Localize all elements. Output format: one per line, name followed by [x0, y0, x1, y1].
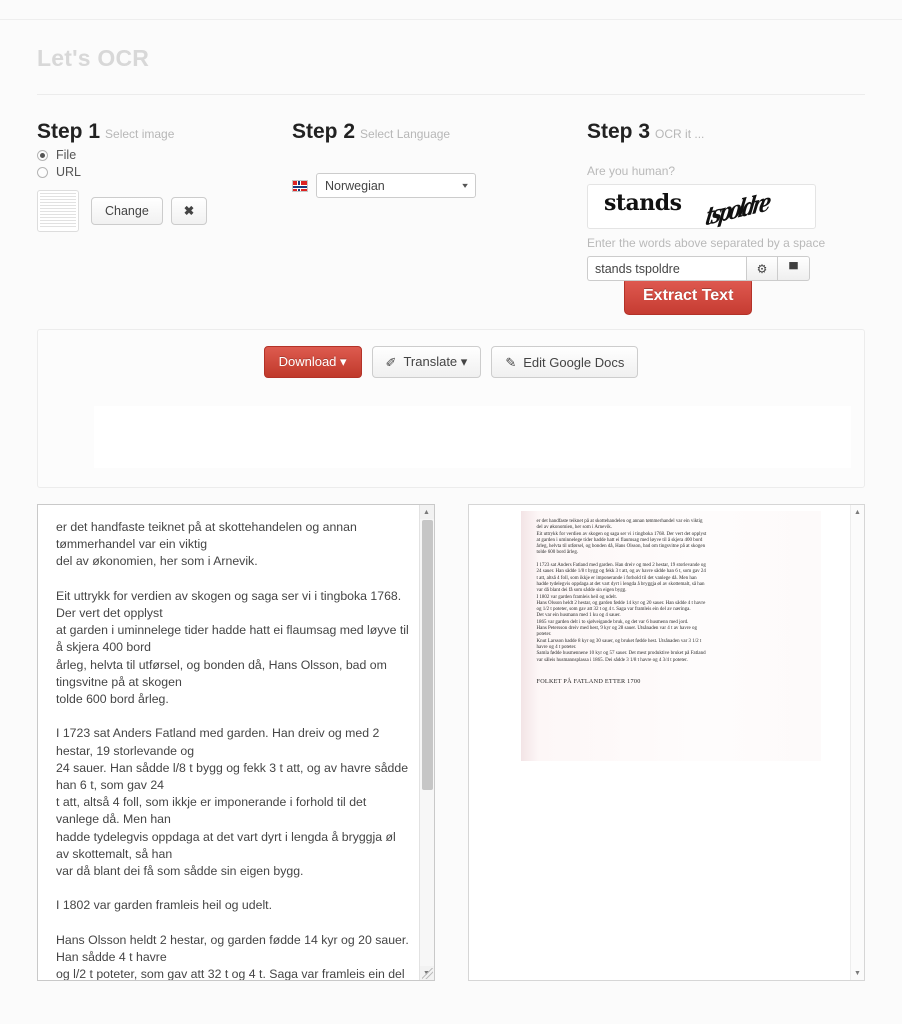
captcha-word-2: tspoldre — [703, 188, 771, 229]
scanned-document-image: er det handfaste teiknet på at skottehan… — [520, 511, 821, 761]
page-top-strip — [0, 0, 902, 20]
result-toolbar: Download ▾ ✐ Translate ▾ ✎ Edit Google D… — [38, 330, 864, 378]
language-select-value: Norwegian — [325, 178, 385, 193]
ocr-text-scrollbar[interactable]: ▲ ▼ — [418, 505, 434, 980]
captcha-image: stands tspoldre — [587, 184, 816, 229]
step-3-title-text: Step 3 — [587, 120, 651, 143]
captcha-input[interactable] — [587, 256, 746, 281]
image-thumbnail[interactable] — [37, 190, 79, 232]
app-header: Let's OCR — [0, 20, 902, 82]
language-row: Norwegian ▾ — [292, 173, 587, 198]
ocr-text-content: er det handfaste teiknet på at skottehan… — [56, 520, 409, 981]
captcha-input-group: ⚙ ▀ — [587, 256, 862, 281]
remove-image-button[interactable]: ✖ — [170, 197, 208, 225]
bottom-panes: er det handfaste teiknet på at skottehan… — [0, 488, 902, 981]
step-1-title: Step 1 Select image — [37, 121, 292, 145]
file-row: Change ✖ — [37, 190, 292, 232]
step-2-title: Step 2 Select Language — [292, 121, 587, 145]
steps-row: Step 1Select image File URL Change ✖ St — [0, 95, 902, 295]
radio-url[interactable]: URL — [37, 165, 292, 179]
step-2-subtitle: Select Language — [360, 127, 451, 141]
page-title: Let's OCR — [37, 44, 150, 71]
translate-button-label: Translate ▾ — [403, 354, 468, 369]
human-check-label: Are you human? — [587, 164, 676, 178]
image-scroll-up-icon[interactable]: ▲ — [851, 505, 864, 519]
step-1-title-text: Step 1 — [37, 120, 101, 143]
radio-url-icon[interactable] — [37, 166, 48, 178]
chevron-down-icon: ▾ — [462, 181, 468, 190]
step-3-subtitle: OCR it ... — [655, 127, 705, 141]
step-2-section: Step 2 Select Language Norwegian ▾ — [292, 121, 587, 295]
scanned-document-heading: FOLKET PÅ FATLAND ETTER 1700 — [536, 677, 641, 685]
edit-google-docs-button[interactable]: ✎ Edit Google Docs — [491, 346, 639, 378]
captcha-word-1: stands — [604, 190, 682, 216]
result-panel: Download ▾ ✐ Translate ▾ ✎ Edit Google D… — [37, 329, 865, 488]
source-image-pane: er det handfaste teiknet på at skottehan… — [467, 504, 865, 981]
step-2-title-text: Step 2 — [292, 120, 356, 143]
pencil-icon: ✎ — [505, 354, 517, 370]
radio-file-icon[interactable] — [37, 149, 48, 161]
translate-button[interactable]: ✐ Translate ▾ — [371, 346, 482, 378]
image-pane-scrollbar[interactable]: ▲ ▼ — [850, 505, 864, 980]
ocr-text-pane[interactable]: er det handfaste teiknet på at skottehan… — [37, 504, 435, 981]
ocr-output-area[interactable] — [94, 406, 851, 468]
scanned-document-text: er det handfaste teiknet på at skottehan… — [536, 519, 707, 663]
change-image-button[interactable]: Change — [91, 197, 163, 225]
textarea-resize-handle[interactable] — [421, 968, 433, 979]
captcha-audio-icon[interactable]: ▀ — [778, 256, 810, 281]
step-1-section: Step 1 Select image File URL Change ✖ — [0, 121, 292, 295]
scrollbar-thumb[interactable] — [421, 520, 433, 790]
edit-google-docs-label: Edit Google Docs — [523, 354, 625, 370]
norwegian-flag-icon — [292, 179, 308, 192]
step-3-title: Step 3 OCR it ... — [587, 121, 862, 145]
step-3-section: Step 3 OCR it ... Are you human? stands t… — [587, 121, 862, 295]
radio-url-label: URL — [56, 165, 82, 179]
captcha-refresh-icon[interactable]: ⚙ — [746, 256, 778, 281]
captcha-instruction: Enter the words above separated by a spa… — [587, 236, 826, 250]
wand-icon: ✐ — [385, 354, 397, 370]
download-button[interactable]: Download ▾ — [263, 346, 362, 378]
thumbnail-preview — [40, 193, 76, 229]
step-1-subtitle: Select image — [105, 127, 175, 141]
radio-file[interactable]: File — [37, 148, 292, 162]
scroll-up-icon[interactable]: ▲ — [419, 505, 434, 519]
radio-file-label: File — [56, 148, 77, 162]
language-select[interactable]: Norwegian ▾ — [316, 173, 476, 198]
image-scroll-down-icon[interactable]: ▼ — [851, 966, 864, 980]
page-container: Let's OCR Step 1 Select image File URL Ch… — [0, 20, 902, 1024]
